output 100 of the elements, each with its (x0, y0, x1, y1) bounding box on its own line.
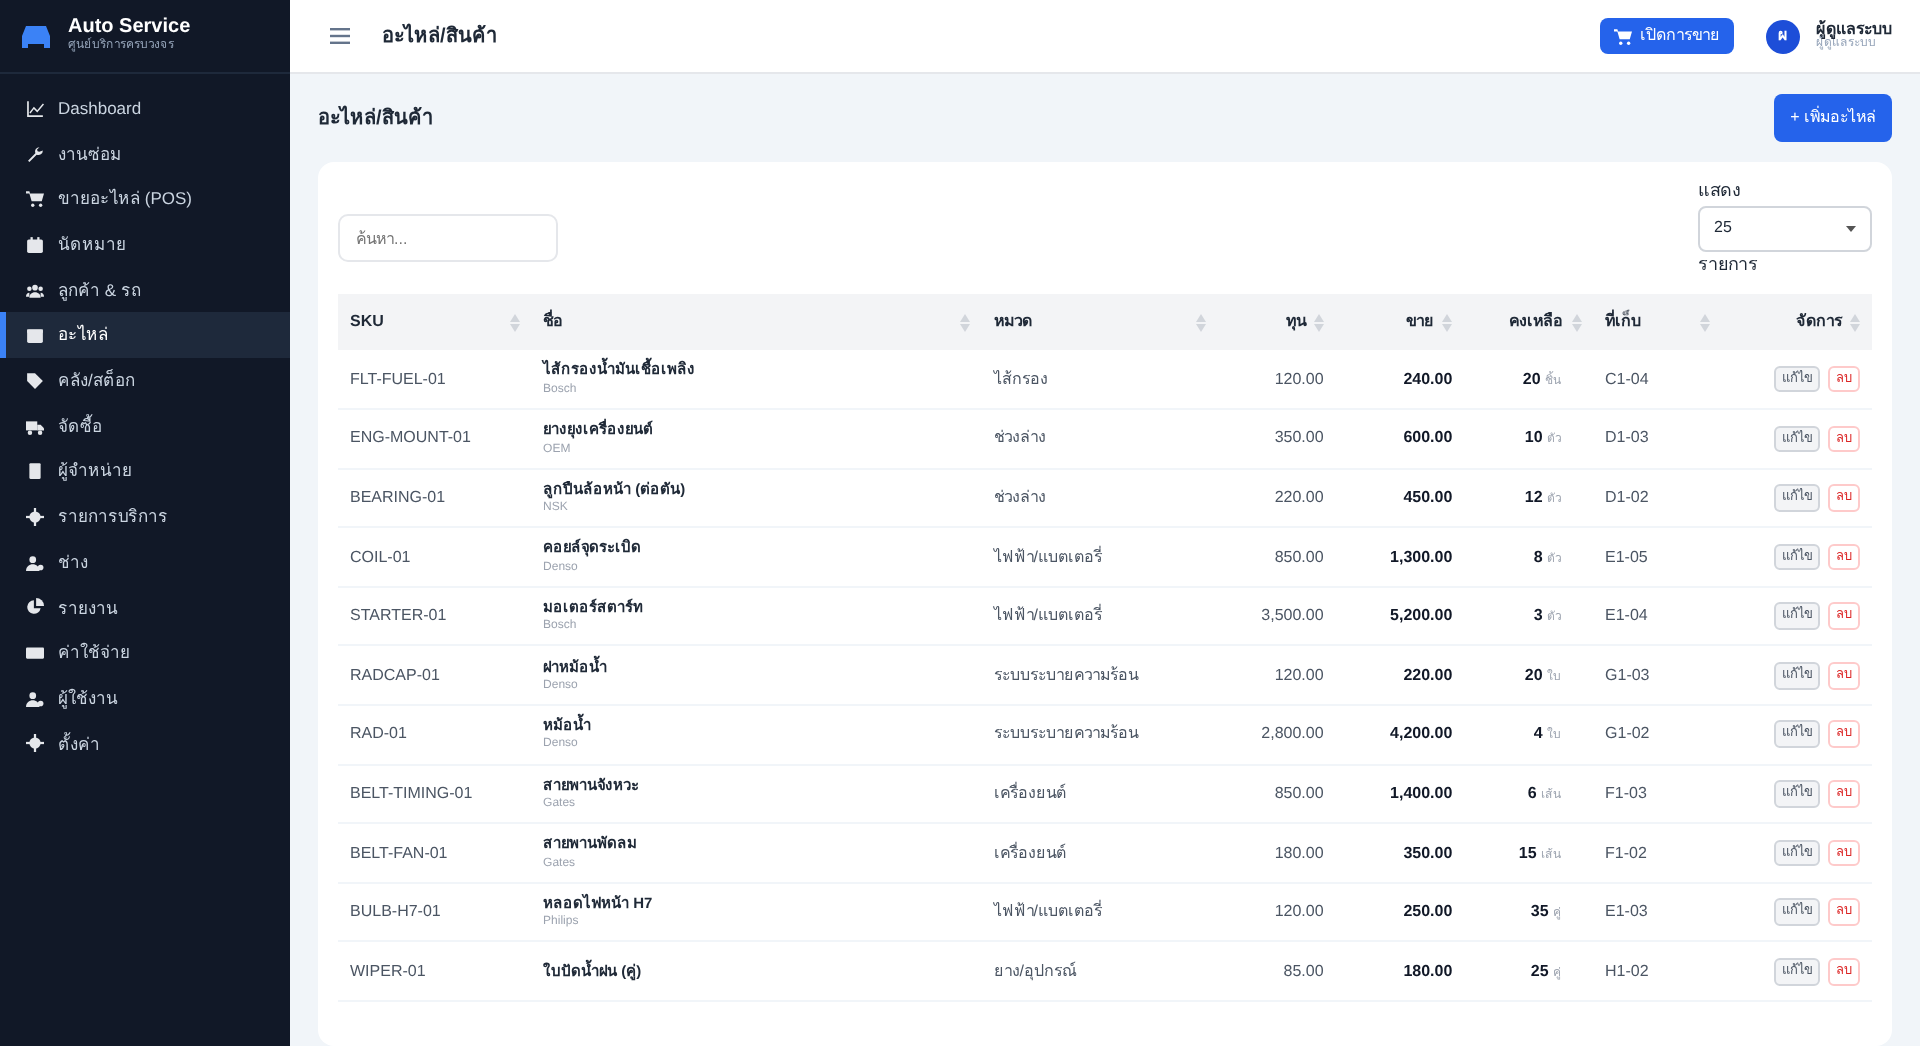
cost-text: 180.00 (1274, 843, 1324, 862)
price-text: 180.00 (1403, 961, 1453, 980)
category-text: ระบบระบายความร้อน (993, 665, 1138, 684)
sku-text: WIPER-01 (350, 961, 426, 980)
location-text: H1-02 (1605, 961, 1649, 980)
sidebar-item[interactable]: ตั้งค่า (0, 721, 290, 767)
sort-icon[interactable] (1699, 313, 1710, 331)
cost-text: 850.00 (1274, 547, 1324, 566)
location-text: D1-03 (1605, 428, 1649, 447)
cart-icon (1614, 27, 1632, 45)
price-text: 1,300.00 (1390, 547, 1453, 566)
sku-text: RADCAP-01 (350, 665, 440, 684)
location-text: F1-02 (1605, 843, 1647, 862)
sidebar-item[interactable]: ช่าง (0, 539, 290, 586)
sidebar-item[interactable]: นัดหมาย (0, 222, 290, 268)
sku-text: BELT-FAN-01 (350, 843, 448, 862)
location-text: G1-02 (1605, 724, 1650, 743)
sidebar-item[interactable]: Dashboard (0, 86, 290, 132)
sidebar-item[interactable]: จัดซื้อ (0, 403, 290, 449)
price-text: 220.00 (1403, 665, 1453, 684)
quantity-text: 6 (1527, 783, 1537, 802)
menu-icon[interactable] (330, 28, 350, 44)
column-header[interactable]: ขาย (1406, 310, 1435, 334)
column-header[interactable]: ที่เก็บ (1605, 310, 1642, 334)
column-header[interactable]: คงเหลือ (1509, 310, 1564, 334)
sidebar-item[interactable]: คลัง/สต็อก (0, 358, 290, 404)
car-icon (20, 23, 52, 49)
cart-icon (26, 190, 44, 209)
sku-text: BULB-H7-01 (350, 902, 441, 921)
truck-icon (26, 417, 44, 436)
price-text: 250.00 (1403, 902, 1453, 921)
sort-icon[interactable] (1571, 313, 1582, 331)
price-text: 5,200.00 (1390, 606, 1453, 625)
sort-icon[interactable] (1195, 313, 1206, 331)
cost-text: 2,800.00 (1261, 724, 1324, 743)
location-text: C1-04 (1605, 369, 1649, 388)
sidebar-item[interactable]: รายการบริการ (0, 494, 290, 540)
cost-text: 220.00 (1274, 487, 1324, 506)
sidebar-item[interactable]: ขายอะไหล่ (POS) (0, 176, 290, 223)
page-size-select[interactable]: 25 (1698, 205, 1872, 251)
sku-text: BELT-TIMING-01 (350, 783, 473, 802)
user-name: ผู้ดูแลระบบ (1816, 22, 1892, 38)
sort-icon[interactable] (1313, 313, 1324, 331)
sidebar-item[interactable]: งานซ่อม (0, 131, 290, 177)
quantity-text: 12 (1524, 487, 1543, 506)
sort-icon[interactable] (1850, 313, 1860, 331)
quantity-text: 10 (1524, 428, 1543, 447)
column-header[interactable]: SKU (350, 310, 384, 334)
price-text: 450.00 (1403, 487, 1453, 506)
box-icon (26, 326, 44, 345)
sidebar-item[interactable]: ลูกค้า & รถ (0, 267, 290, 313)
page-title: อะไหล่/สินค้า (382, 21, 498, 51)
location-text: D1-02 (1605, 487, 1649, 506)
category-text: ช่วงล่าง (993, 428, 1046, 447)
sku-text: FLT-FUEL-01 (350, 369, 446, 388)
column-header[interactable]: จัดการ (1796, 310, 1842, 334)
column-header[interactable]: ทุน (1285, 310, 1306, 334)
sidebar-item[interactable]: ค่าใช้จ่าย (0, 630, 290, 676)
category-text: ไฟฟ้า/แบตเตอรี่ (993, 902, 1103, 921)
category-text: ระบบระบายความร้อน (993, 724, 1138, 743)
location-text: E1-05 (1605, 547, 1648, 566)
brand-title: Auto Service (68, 16, 191, 38)
show-label: แสดง (1698, 178, 1742, 204)
location-text: E1-03 (1605, 902, 1648, 921)
calendar-icon (26, 235, 44, 254)
cost-text: 350.00 (1274, 428, 1324, 447)
sku-text: STARTER-01 (350, 606, 447, 625)
quantity-text: 35 (1530, 902, 1549, 921)
quantity-text: 20 (1524, 665, 1543, 684)
entries-label: รายการ (1698, 251, 1760, 277)
price-text: 240.00 (1403, 369, 1453, 388)
sku-text: RAD-01 (350, 724, 407, 743)
sort-icon[interactable] (1442, 313, 1453, 331)
price-text: 350.00 (1403, 843, 1453, 862)
wrench-icon (26, 145, 44, 164)
sidebar-item[interactable]: อะไหล่ (0, 312, 290, 359)
sidebar-item[interactable]: รายงาน (0, 585, 290, 631)
category-text: ช่วงล่าง (993, 487, 1046, 506)
quantity-text: 8 (1533, 547, 1543, 566)
sidebar-item[interactable]: ผู้จำหน่าย (0, 449, 290, 495)
search-field[interactable]: ค้นหา... (338, 214, 558, 262)
quantity-text: 3 (1533, 606, 1543, 625)
price-text: 4,200.00 (1390, 724, 1453, 743)
person-icon (26, 689, 44, 708)
add-part-button[interactable]: + เพิ่มอะไหล่ (1774, 94, 1892, 142)
user-avatar[interactable]: ผ (1766, 19, 1800, 53)
column-header[interactable]: ชื่อ (543, 310, 564, 334)
location-text: G1-03 (1605, 665, 1650, 684)
cost-text: 120.00 (1274, 369, 1324, 388)
tag-icon (26, 371, 44, 390)
sort-icon[interactable] (509, 313, 520, 331)
location-text: E1-04 (1605, 606, 1648, 625)
open-sale-button[interactable]: เปิดการขาย (1600, 18, 1734, 54)
column-header[interactable]: หมวด (993, 310, 1032, 334)
sort-icon[interactable] (959, 313, 970, 331)
cost-text: 120.00 (1274, 665, 1324, 684)
people-icon (26, 281, 44, 300)
sku-text: COIL-01 (350, 547, 411, 566)
person-icon (26, 553, 44, 572)
sidebar-item[interactable]: ผู้ใช้งาน (0, 675, 290, 722)
